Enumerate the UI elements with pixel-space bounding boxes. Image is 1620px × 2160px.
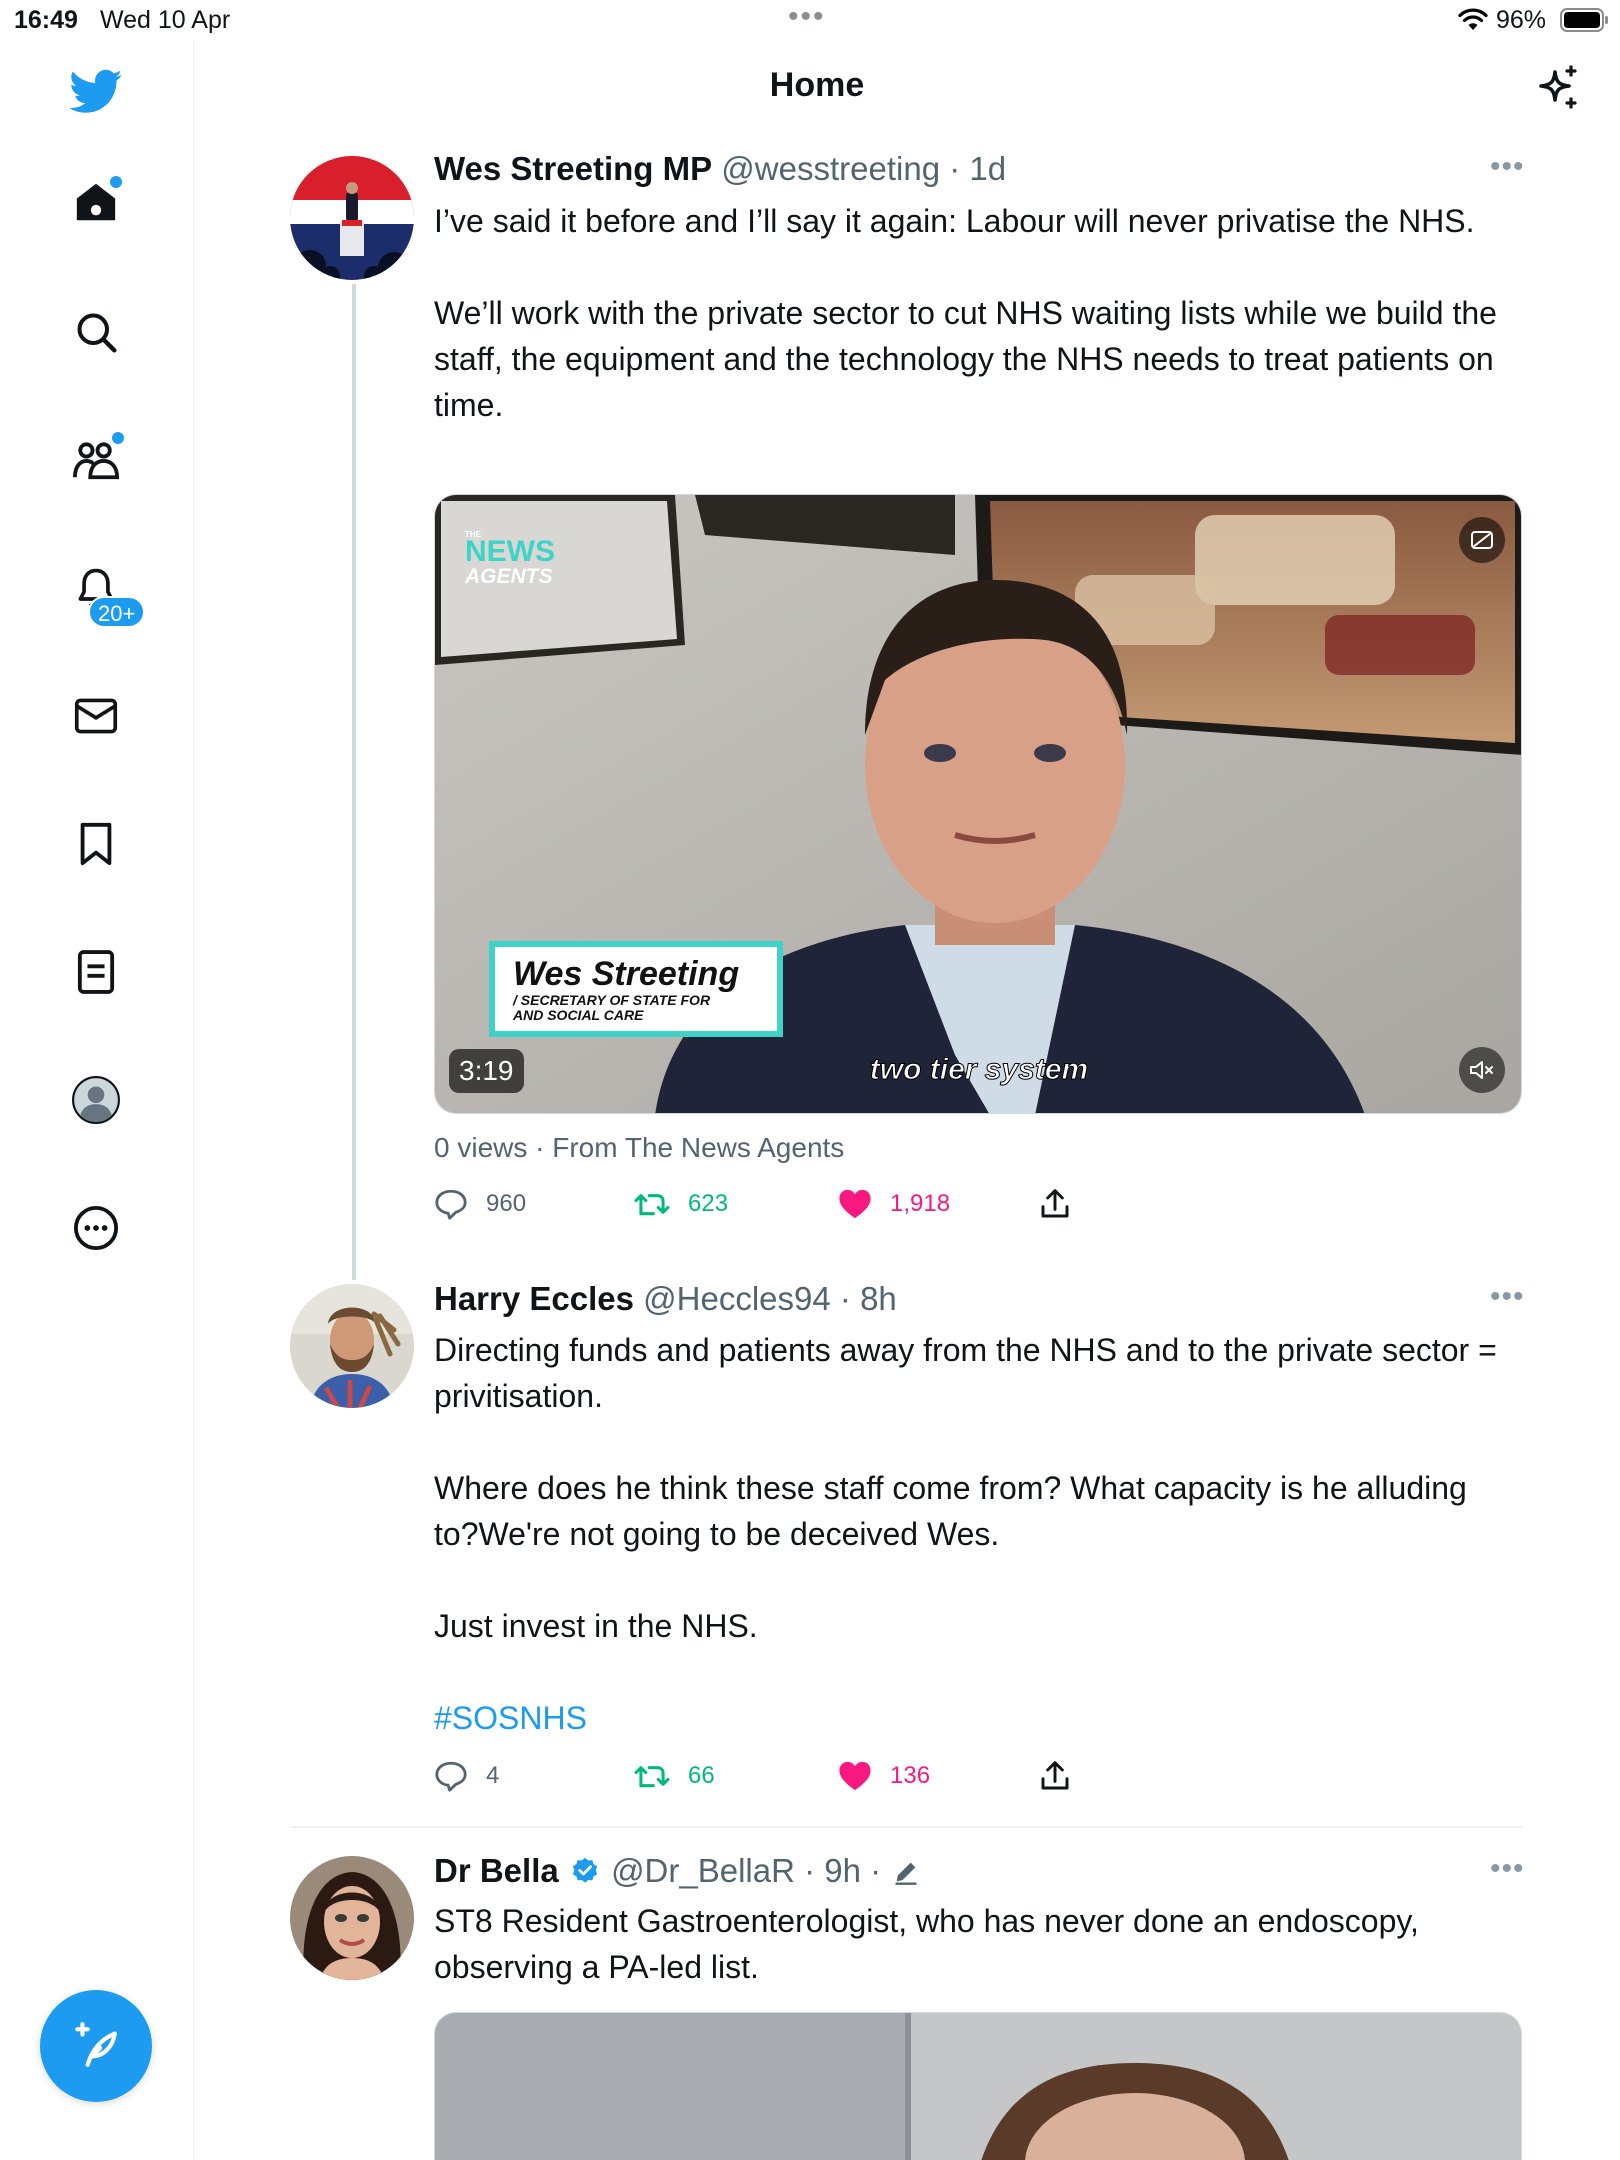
hashtag-link[interactable]: #SOSNHS — [434, 1700, 587, 1736]
avatar-harry-eccles[interactable] — [290, 1284, 414, 1408]
communities-unread-dot — [112, 432, 124, 444]
tweet-header: Wes Streeting MP @wesstreeting · 1d — [434, 150, 1006, 188]
notifications-count-badge: 20+ — [88, 596, 146, 628]
share-icon — [1041, 1761, 1069, 1790]
like-count: 1,918 — [890, 1190, 951, 1217]
compose-feather-icon — [75, 2022, 117, 2067]
sidebar-item-home[interactable] — [66, 172, 126, 232]
tweet-time[interactable]: · 8h — [840, 1280, 897, 1317]
retweet-icon — [634, 1766, 670, 1788]
avatar-wes-streeting[interactable] — [290, 156, 414, 280]
share-button[interactable] — [1040, 1184, 1070, 1224]
reply-button[interactable]: 4 — [434, 1756, 499, 1796]
lower-third-name: Wes Streeting — [513, 955, 739, 993]
captions-toggle-icon[interactable] — [1459, 517, 1505, 563]
multitasking-dots-icon[interactable]: ••• — [788, 0, 826, 34]
twitter-logo-icon[interactable] — [66, 62, 126, 122]
sidebar-item-lists[interactable] — [66, 942, 126, 1002]
tweet-header: Dr Bella @Dr_BellaR · 9h · — [434, 1852, 922, 1890]
mail-icon — [74, 698, 118, 734]
tweet-text: ST8 Resident Gastroenterologist, who has… — [434, 1898, 1514, 1990]
tweet-time[interactable]: · 1d — [949, 150, 1006, 187]
reply-icon — [435, 1761, 467, 1792]
status-bar: 16:49 Wed 10 Apr ••• 96% — [0, 0, 1620, 40]
reply-button[interactable]: 960 — [434, 1184, 526, 1224]
sidebar-item-profile[interactable] — [66, 1070, 126, 1130]
sidebar-item-explore[interactable] — [66, 302, 126, 362]
tweet-more-options-icon[interactable]: ••• — [1490, 1852, 1525, 1886]
reply-icon — [435, 1189, 467, 1220]
author-handle[interactable]: @Heccles94 — [643, 1280, 831, 1317]
bookmark-icon — [80, 822, 112, 866]
wifi-icon — [1458, 8, 1488, 39]
verified-badge-icon — [572, 1857, 598, 1883]
communities-icon — [73, 442, 120, 480]
author-handle[interactable]: @wesstreeting — [721, 150, 940, 187]
author-name[interactable]: Harry Eccles — [434, 1280, 634, 1317]
thread-connector-line — [352, 284, 356, 1280]
battery-percentage: 96% — [1496, 6, 1547, 34]
tweet-paragraph: I’ve said it before and I’ll say it agai… — [434, 203, 1475, 239]
profile-avatar-icon — [72, 1076, 120, 1124]
logo-sub-text: AGENTS — [464, 565, 553, 588]
sidebar-item-messages[interactable] — [66, 686, 126, 746]
more-icon — [73, 1205, 119, 1251]
page-title: Home — [769, 66, 865, 104]
reply-count: 960 — [486, 1190, 527, 1217]
author-handle[interactable]: @Dr_BellaR — [611, 1852, 795, 1889]
heart-filled-icon — [839, 1189, 871, 1219]
mute-toggle-icon[interactable] — [1459, 1047, 1505, 1093]
tweet-image[interactable] — [434, 2012, 1522, 2160]
tweet-divider — [290, 1826, 1522, 1828]
tweet-more-options-icon[interactable]: ••• — [1490, 150, 1525, 184]
search-icon — [77, 313, 117, 353]
sparkle-icon[interactable] — [1533, 64, 1581, 117]
video-caption: two tier system — [870, 1053, 1088, 1086]
reply-count: 4 — [486, 1762, 500, 1789]
tweet-paragraph: ST8 Resident Gastroenterologist, who has… — [434, 1903, 1419, 1985]
video-duration: 3:19 — [449, 1049, 524, 1093]
tweet-video[interactable]: Wes Streeting / SECRETARY OF STATE FOR A… — [434, 494, 1522, 1114]
edit-pencil-icon — [895, 1862, 917, 1885]
retweet-count: 66 — [688, 1762, 715, 1789]
lower-third-role-1: / SECRETARY OF STATE FOR — [512, 992, 711, 1008]
tweet-paragraph: Where does he think these staff come fro… — [434, 1470, 1467, 1552]
battery-icon — [1560, 8, 1610, 39]
sidebar-item-more[interactable] — [66, 1198, 126, 1258]
tweet-time[interactable]: · 9h · — [804, 1852, 881, 1889]
tweet-text: Directing funds and patients away from t… — [434, 1327, 1514, 1741]
sidebar-item-bookmarks[interactable] — [66, 814, 126, 874]
retweet-button[interactable]: 66 — [634, 1756, 715, 1796]
lists-icon — [77, 950, 115, 994]
like-count: 136 — [890, 1762, 931, 1789]
like-button[interactable]: 1,918 — [838, 1184, 950, 1224]
status-time: 16:49 — [14, 6, 78, 34]
lower-third-role-2: AND SOCIAL CARE — [512, 1007, 644, 1023]
author-name[interactable]: Wes Streeting MP — [434, 150, 712, 187]
tweet-paragraph: Directing funds and patients away from t… — [434, 1332, 1497, 1414]
tweet-more-options-icon[interactable]: ••• — [1490, 1280, 1525, 1314]
heart-filled-icon — [839, 1761, 871, 1791]
tweet-paragraph: Just invest in the NHS. — [434, 1608, 758, 1644]
retweet-button[interactable]: 623 — [634, 1184, 728, 1224]
logo-main-text: NEWS — [465, 535, 555, 568]
sidebar-item-communities[interactable] — [66, 430, 126, 490]
video-views-source: 0 views · From The News Agents — [434, 1132, 845, 1163]
tweet-header: Harry Eccles @Heccles94 · 8h — [434, 1280, 897, 1318]
retweet-icon — [634, 1194, 670, 1216]
sidebar: 20+ — [0, 40, 194, 2160]
like-button[interactable]: 136 — [838, 1756, 930, 1796]
tweet-text: I’ve said it before and I’ll say it agai… — [434, 198, 1514, 428]
author-name[interactable]: Dr Bella — [434, 1852, 559, 1889]
tweet-paragraph: We’ll work with the private sector to cu… — [434, 295, 1497, 423]
avatar-dr-bella[interactable] — [290, 1856, 414, 1980]
share-icon — [1041, 1189, 1069, 1218]
compose-tweet-button[interactable] — [40, 1990, 152, 2102]
retweet-count: 623 — [688, 1190, 729, 1217]
status-date: Wed 10 Apr — [100, 6, 231, 34]
home-unread-dot — [110, 176, 122, 188]
share-button[interactable] — [1040, 1756, 1070, 1796]
